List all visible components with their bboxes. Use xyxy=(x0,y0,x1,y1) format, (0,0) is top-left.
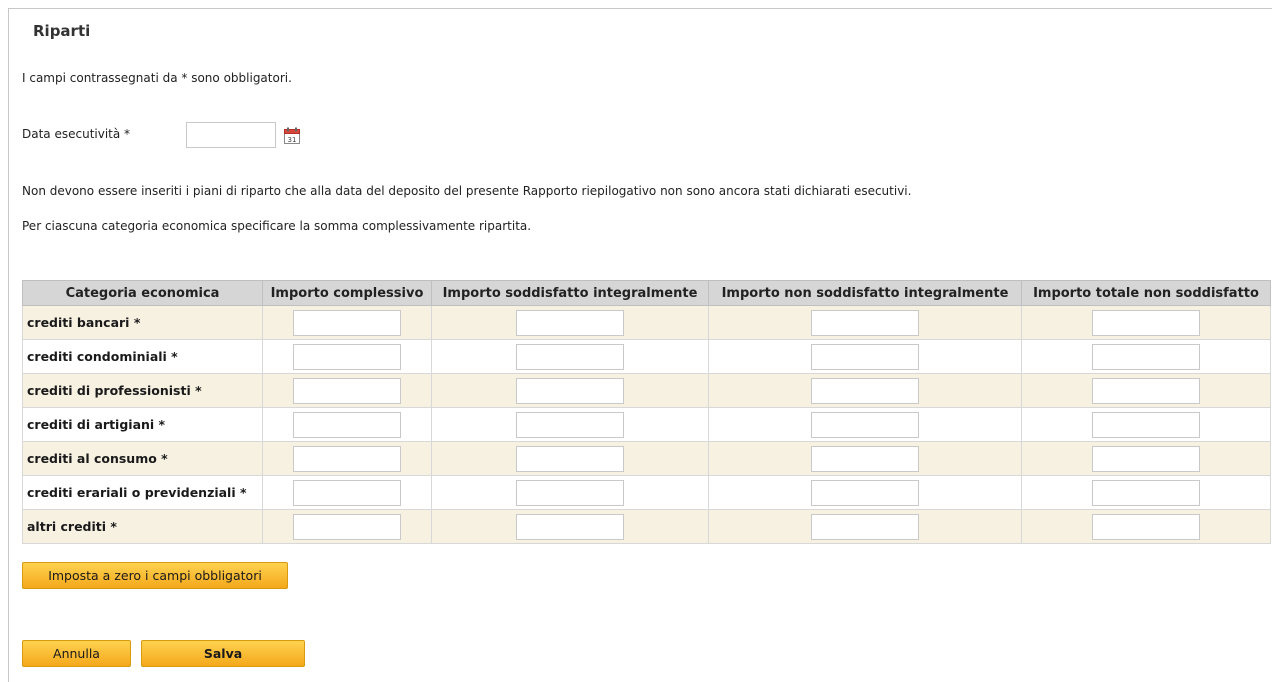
total-amount-input[interactable] xyxy=(293,309,401,336)
header-not-fully-satisfied: Importo non soddisfatto integralmente xyxy=(708,280,1022,306)
not-fully-satisfied-input[interactable] xyxy=(811,309,919,336)
fully-satisfied-input[interactable] xyxy=(516,445,624,472)
table-row: altri crediti * xyxy=(22,509,1271,544)
fully-satisfied-input[interactable] xyxy=(516,343,624,370)
panel-border-top xyxy=(8,8,1272,9)
table-row: crediti al consumo * xyxy=(22,441,1271,476)
not-fully-satisfied-input[interactable] xyxy=(811,445,919,472)
total-amount-input[interactable] xyxy=(293,343,401,370)
total-amount-input[interactable] xyxy=(293,411,401,438)
row-category: crediti di artigiani * xyxy=(22,407,263,442)
table-row: crediti di professionisti * xyxy=(22,373,1271,408)
set-zero-button[interactable]: Imposta a zero i campi obbligatori xyxy=(22,562,288,589)
fully-satisfied-input[interactable] xyxy=(516,513,624,540)
fully-satisfied-input[interactable] xyxy=(516,377,624,404)
total-unsatisfied-input[interactable] xyxy=(1092,513,1200,540)
row-category: crediti al consumo * xyxy=(22,441,263,476)
distribution-table: Categoria economica Importo complessivo … xyxy=(22,280,1271,544)
notice-category-sum: Per ciascuna categoria economica specifi… xyxy=(22,219,532,233)
row-category: altri crediti * xyxy=(22,509,263,544)
page-title: Riparti xyxy=(33,22,91,40)
row-category: crediti bancari * xyxy=(22,305,263,340)
svg-text:31: 31 xyxy=(288,136,297,144)
fully-satisfied-input[interactable] xyxy=(516,411,624,438)
not-fully-satisfied-input[interactable] xyxy=(811,411,919,438)
total-amount-input[interactable] xyxy=(293,513,401,540)
date-input[interactable] xyxy=(186,122,276,148)
fully-satisfied-input[interactable] xyxy=(516,479,624,506)
cancel-button[interactable]: Annulla xyxy=(22,640,131,667)
total-unsatisfied-input[interactable] xyxy=(1092,445,1200,472)
row-category: crediti di professionisti * xyxy=(22,373,263,408)
total-amount-input[interactable] xyxy=(293,479,401,506)
total-unsatisfied-input[interactable] xyxy=(1092,377,1200,404)
table-row: crediti bancari * xyxy=(22,305,1271,340)
calendar-icon[interactable]: 31 xyxy=(284,127,300,144)
total-amount-input[interactable] xyxy=(293,445,401,472)
total-unsatisfied-input[interactable] xyxy=(1092,343,1200,370)
table-row: crediti condominiali * xyxy=(22,339,1271,374)
save-button[interactable]: Salva xyxy=(141,640,305,667)
not-fully-satisfied-input[interactable] xyxy=(811,513,919,540)
row-category: crediti condominiali * xyxy=(22,339,263,374)
not-fully-satisfied-input[interactable] xyxy=(811,343,919,370)
header-category: Categoria economica xyxy=(22,280,263,306)
table-header-row: Categoria economica Importo complessivo … xyxy=(22,280,1271,306)
not-fully-satisfied-input[interactable] xyxy=(811,377,919,404)
not-fully-satisfied-input[interactable] xyxy=(811,479,919,506)
total-amount-input[interactable] xyxy=(293,377,401,404)
required-note: I campi contrassegnati da * sono obbliga… xyxy=(22,71,292,85)
table-row: crediti erariali o previdenziali * xyxy=(22,475,1271,510)
table-row: crediti di artigiani * xyxy=(22,407,1271,442)
panel-border-left xyxy=(8,8,9,682)
total-unsatisfied-input[interactable] xyxy=(1092,411,1200,438)
date-label: Data esecutività * xyxy=(22,127,131,141)
fully-satisfied-input[interactable] xyxy=(516,309,624,336)
row-category: crediti erariali o previdenziali * xyxy=(22,475,263,510)
total-unsatisfied-input[interactable] xyxy=(1092,309,1200,336)
total-unsatisfied-input[interactable] xyxy=(1092,479,1200,506)
header-total-unsatisfied: Importo totale non soddisfatto xyxy=(1021,280,1271,306)
header-fully-satisfied: Importo soddisfatto integralmente xyxy=(431,280,709,306)
header-total-amount: Importo complessivo xyxy=(262,280,432,306)
notice-executive-plans: Non devono essere inseriti i piani di ri… xyxy=(22,184,912,198)
